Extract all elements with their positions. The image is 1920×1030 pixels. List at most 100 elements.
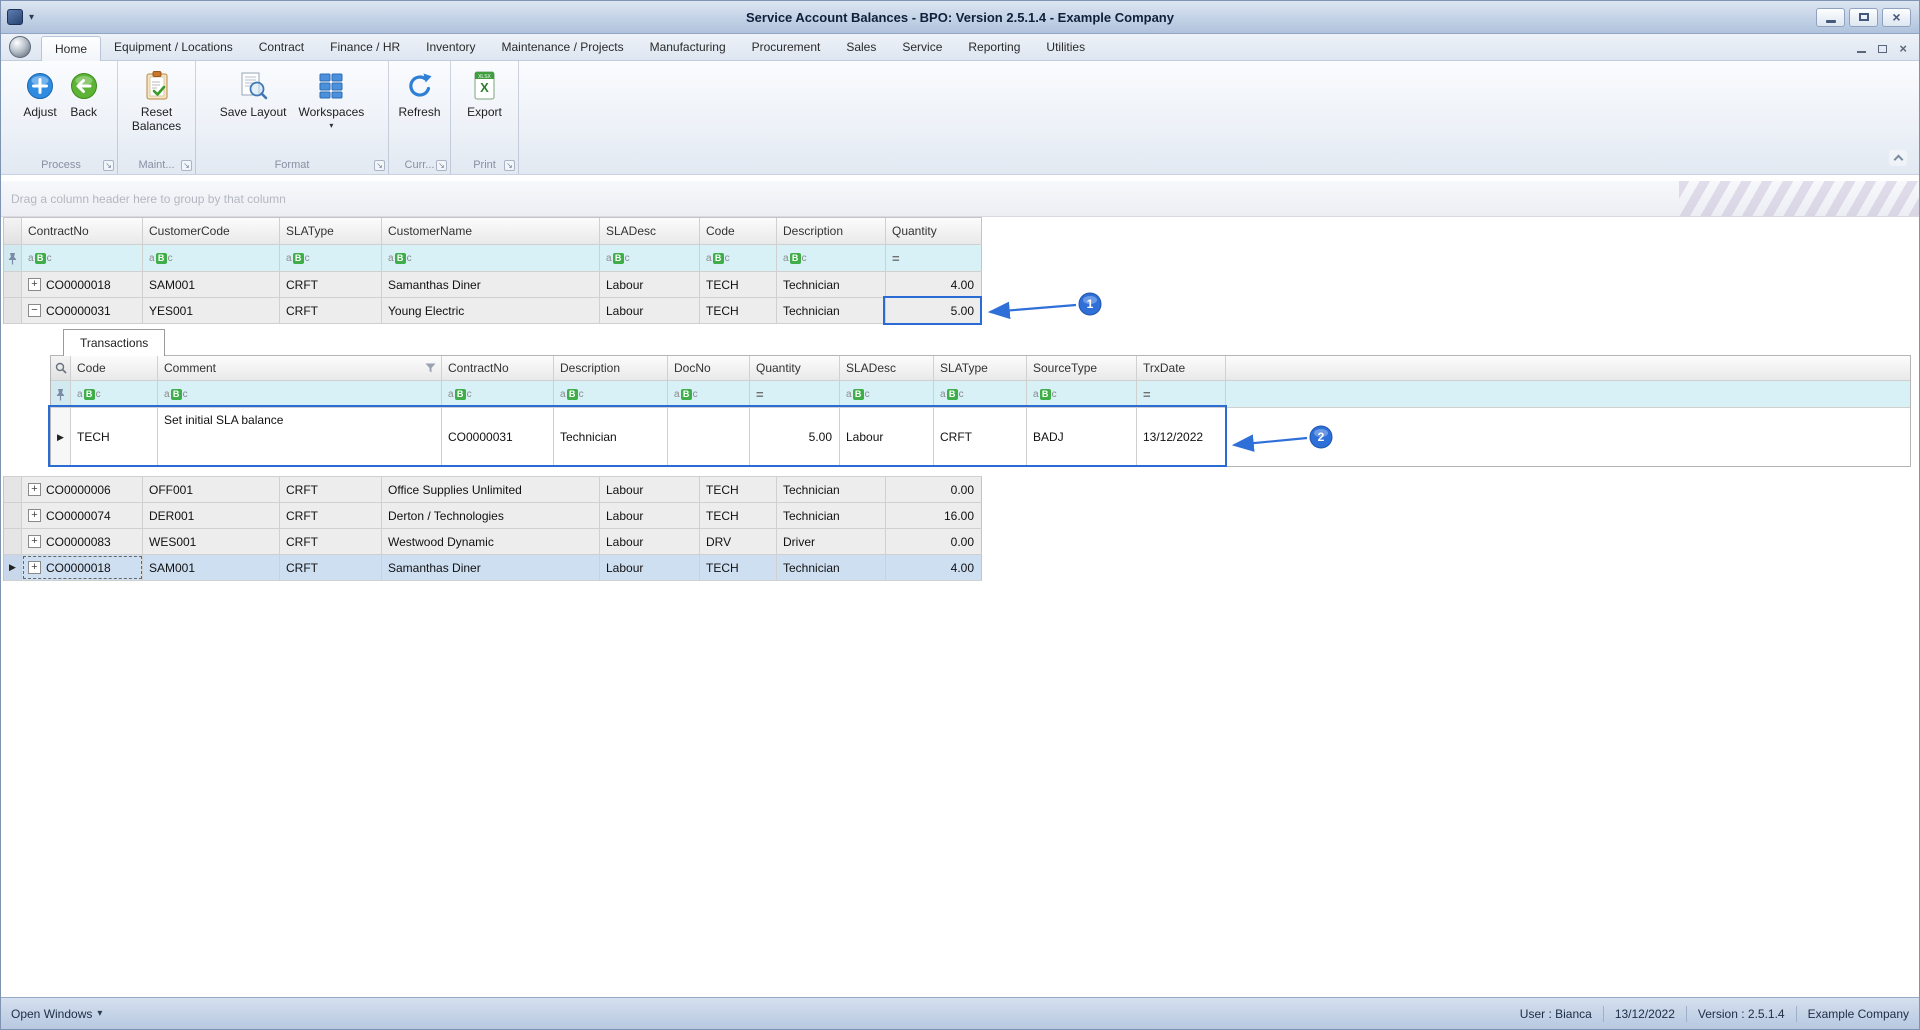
description-cell[interactable]: Technician	[554, 408, 668, 466]
expand-button[interactable]: +	[28, 535, 41, 548]
code-cell[interactable]: TECH	[700, 298, 777, 323]
customername-cell[interactable]: Office Supplies Unlimited	[382, 477, 600, 502]
filter-cell-slatype[interactable]: aBc	[280, 245, 382, 271]
description-cell[interactable]: Technician	[777, 477, 886, 502]
open-windows-button[interactable]: Open Windows ▾	[11, 1007, 102, 1021]
contract-row-selected[interactable]: ▶ + CO0000018 SAM001 CRFT Samanthas Diner…	[4, 555, 982, 581]
tab-utilities[interactable]: Utilities	[1033, 35, 1098, 60]
customername-cell[interactable]: Samanthas Diner	[382, 272, 600, 297]
text-filter-icon[interactable]: aBc	[674, 388, 698, 400]
contract-row[interactable]: + CO0000083 WES001 CRFT Westwood Dynamic …	[4, 529, 982, 555]
refresh-button[interactable]: Refresh	[392, 65, 446, 121]
column-header-slatype[interactable]: SLAType	[934, 356, 1027, 380]
quick-access-caret-icon[interactable]: ▾	[29, 12, 34, 23]
filter-cell-contractno[interactable]: aBc	[22, 245, 143, 271]
mdi-restore-button[interactable]	[1878, 44, 1888, 53]
text-filter-icon[interactable]: aBc	[28, 252, 52, 264]
bpo-logo-icon[interactable]	[9, 36, 31, 58]
customercode-cell[interactable]: DER001	[143, 503, 280, 528]
tab-finance-hr[interactable]: Finance / HR	[317, 35, 413, 60]
back-button[interactable]: Back	[63, 65, 105, 121]
slatype-cell[interactable]: CRFT	[280, 298, 382, 323]
contract-row[interactable]: + CO0000006 OFF001 CRFT Office Supplies U…	[4, 477, 982, 503]
adjust-button[interactable]: Adjust	[17, 65, 62, 121]
contractno-cell[interactable]: + CO0000018	[22, 272, 143, 297]
column-header-customername[interactable]: CustomerName	[382, 218, 600, 244]
customercode-cell[interactable]: WES001	[143, 529, 280, 554]
slatype-cell[interactable]: CRFT	[280, 529, 382, 554]
quantity-cell[interactable]: 16.00	[886, 503, 982, 528]
quantity-cell-highlighted[interactable]: 5.00	[886, 298, 982, 323]
trxdate-cell[interactable]: 13/12/2022	[1137, 408, 1226, 466]
equals-filter-icon[interactable]: =	[756, 387, 764, 402]
column-header-contractno[interactable]: ContractNo	[22, 218, 143, 244]
text-filter-icon[interactable]: aBc	[448, 388, 472, 400]
save-layout-button[interactable]: Save Layout	[214, 65, 293, 121]
column-header-code[interactable]: Code	[700, 218, 777, 244]
column-header-customercode[interactable]: CustomerCode	[143, 218, 280, 244]
contractno-cell-focused[interactable]: + CO0000018	[22, 555, 143, 580]
contractno-cell[interactable]: CO0000031	[442, 408, 554, 466]
comment-cell[interactable]: Set initial SLA balance	[158, 408, 442, 466]
customername-cell[interactable]: Young Electric	[382, 298, 600, 323]
code-cell[interactable]: TECH	[700, 555, 777, 580]
quantity-cell[interactable]: 4.00	[886, 555, 982, 580]
text-filter-icon[interactable]: aBc	[846, 388, 870, 400]
sourcetype-cell[interactable]: BADJ	[1027, 408, 1137, 466]
sladesc-cell[interactable]: Labour	[840, 408, 934, 466]
filter-cell-code[interactable]: aBc	[71, 381, 158, 407]
text-filter-icon[interactable]: aBc	[286, 252, 310, 264]
filter-cell-sladesc[interactable]: aBc	[840, 381, 934, 407]
contractno-cell[interactable]: − CO0000031	[22, 298, 143, 323]
customername-cell[interactable]: Samanthas Diner	[382, 555, 600, 580]
column-header-slatype[interactable]: SLAType	[280, 218, 382, 244]
text-filter-icon[interactable]: aBc	[149, 252, 173, 264]
quantity-cell[interactable]: 5.00	[750, 408, 840, 466]
expand-button[interactable]: +	[28, 278, 41, 291]
text-filter-icon[interactable]: aBc	[560, 388, 584, 400]
filter-cell-customername[interactable]: aBc	[382, 245, 600, 271]
quantity-cell[interactable]: 0.00	[886, 529, 982, 554]
filter-funnel-icon[interactable]	[425, 363, 436, 373]
tab-sales[interactable]: Sales	[833, 35, 889, 60]
column-header-code[interactable]: Code	[71, 356, 158, 380]
column-header-contractno[interactable]: ContractNo	[442, 356, 554, 380]
transaction-row[interactable]: ▶ TECH Set initial SLA balance CO0000031…	[51, 408, 1910, 466]
text-filter-icon[interactable]: aBc	[783, 252, 807, 264]
description-cell[interactable]: Technician	[777, 555, 886, 580]
code-cell[interactable]: TECH	[700, 272, 777, 297]
column-header-sladesc[interactable]: SLADesc	[600, 218, 700, 244]
contractno-cell[interactable]: + CO0000083	[22, 529, 143, 554]
column-header-description[interactable]: Description	[777, 218, 886, 244]
sladesc-cell[interactable]: Labour	[600, 555, 700, 580]
column-header-sourcetype[interactable]: SourceType	[1027, 356, 1137, 380]
minimize-button[interactable]	[1816, 7, 1845, 27]
column-header-trxdate[interactable]: TrxDate	[1137, 356, 1226, 380]
sladesc-cell[interactable]: Labour	[600, 503, 700, 528]
column-header-description[interactable]: Description	[554, 356, 668, 380]
dialog-launcher-icon[interactable]: ↘	[504, 160, 515, 171]
text-filter-icon[interactable]: aBc	[1033, 388, 1057, 400]
close-button[interactable]: ×	[1882, 7, 1911, 27]
quantity-cell[interactable]: 4.00	[886, 272, 982, 297]
filter-cell-slatype[interactable]: aBc	[934, 381, 1027, 407]
text-filter-icon[interactable]: aBc	[77, 388, 101, 400]
filter-cell-docno[interactable]: aBc	[668, 381, 750, 407]
sladesc-cell[interactable]: Labour	[600, 477, 700, 502]
filter-cell-sourcetype[interactable]: aBc	[1027, 381, 1137, 407]
workspaces-dropdown-caret-icon[interactable]: ▾	[329, 121, 333, 130]
contract-row-expanded[interactable]: − CO0000031 YES001 CRFT Young Electric La…	[4, 298, 982, 324]
tab-procurement[interactable]: Procurement	[739, 35, 834, 60]
filter-cell-description[interactable]: aBc	[777, 245, 886, 271]
column-header-comment[interactable]: Comment	[158, 356, 442, 380]
mdi-close-button[interactable]: ×	[1899, 42, 1907, 55]
tab-service[interactable]: Service	[889, 35, 955, 60]
contractno-cell[interactable]: + CO0000006	[22, 477, 143, 502]
sladesc-cell[interactable]: Labour	[600, 272, 700, 297]
column-header-docno[interactable]: DocNo	[668, 356, 750, 380]
sladesc-cell[interactable]: Labour	[600, 529, 700, 554]
mdi-minimize-button[interactable]	[1857, 51, 1867, 53]
customercode-cell[interactable]: SAM001	[143, 555, 280, 580]
text-filter-icon[interactable]: aBc	[940, 388, 964, 400]
customername-cell[interactable]: Westwood Dynamic	[382, 529, 600, 554]
